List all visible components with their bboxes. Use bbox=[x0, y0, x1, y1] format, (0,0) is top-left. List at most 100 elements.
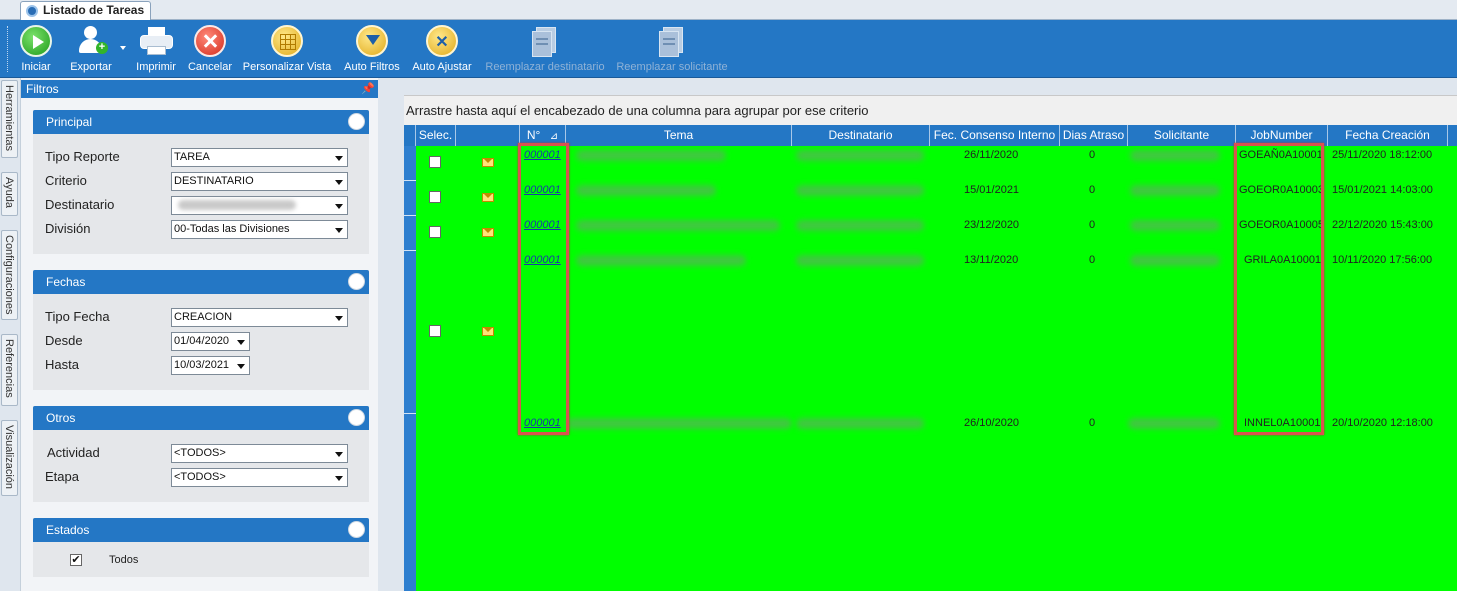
row-fec-consenso: 26/10/2020 bbox=[964, 417, 1020, 429]
redacted-destinatario bbox=[796, 150, 924, 161]
row-select-checkbox[interactable] bbox=[429, 226, 441, 238]
row-select-checkbox[interactable] bbox=[429, 325, 441, 337]
group-by-drop-area[interactable]: Arrastre hasta aquí el encabezado de una… bbox=[404, 95, 1457, 125]
estados-group: Estados ✔ Todos bbox=[33, 518, 369, 577]
envelope-icon bbox=[482, 158, 494, 167]
envelope-icon bbox=[482, 327, 494, 336]
highlight-numero-column bbox=[518, 143, 569, 435]
reemplazar-destinatario-button[interactable]: Reemplazar destinatario bbox=[482, 23, 608, 75]
otros-group: Otros Actividad <TODOS> Etapa <TODOS> bbox=[33, 406, 369, 502]
estados-group-header[interactable]: Estados bbox=[33, 518, 369, 542]
redacted-destinatario bbox=[796, 220, 924, 231]
tab-listado-de-tareas[interactable]: Listado de Tareas bbox=[20, 1, 152, 20]
redacted-tema bbox=[566, 418, 792, 429]
division-label: División bbox=[45, 221, 91, 236]
printer-icon bbox=[140, 25, 173, 57]
row-dias-atraso: 0 bbox=[1089, 254, 1096, 266]
side-tab-herramientas[interactable]: Herramientas bbox=[1, 80, 18, 158]
header-icon[interactable] bbox=[456, 125, 520, 146]
redacted-destinatario bbox=[796, 185, 924, 196]
envelope-icon bbox=[482, 193, 494, 202]
exportar-button[interactable]: + Exportar bbox=[64, 23, 118, 75]
redacted-tema bbox=[576, 150, 726, 161]
collapse-icon[interactable] bbox=[348, 521, 365, 538]
side-tab-strip: Herramientas Ayuda Configuraciones Refer… bbox=[0, 78, 20, 591]
header-dias-atraso[interactable]: Dias Atraso bbox=[1060, 125, 1128, 146]
redacted-tema bbox=[576, 255, 746, 266]
side-tab-configuraciones[interactable]: Configuraciones bbox=[1, 230, 18, 320]
add-user-icon: + bbox=[75, 25, 108, 57]
fechas-group-header[interactable]: Fechas bbox=[33, 270, 369, 294]
iniciar-button[interactable]: Iniciar bbox=[14, 23, 58, 75]
redacted-tema bbox=[576, 220, 780, 231]
otros-group-header[interactable]: Otros bbox=[33, 406, 369, 430]
tipo-reporte-label: Tipo Reporte bbox=[45, 149, 120, 164]
cancelar-button[interactable]: Cancelar bbox=[186, 23, 234, 75]
destinatario-select[interactable] bbox=[171, 196, 348, 215]
row-dias-atraso: 0 bbox=[1089, 417, 1096, 429]
chevron-down-icon bbox=[332, 446, 346, 461]
row-indicator-column bbox=[404, 146, 416, 591]
personalizar-vista-button[interactable]: Personalizar Vista bbox=[240, 23, 334, 75]
principal-group-header[interactable]: Principal bbox=[33, 110, 369, 134]
app-icon bbox=[26, 5, 38, 17]
chevron-down-icon bbox=[332, 150, 346, 165]
filters-header: Filtros 📌 bbox=[21, 80, 379, 98]
row-fec-consenso: 15/01/2021 bbox=[964, 184, 1020, 196]
side-tab-visualizacion[interactable]: Visualización bbox=[1, 420, 18, 496]
header-selec[interactable]: Selec. bbox=[416, 125, 456, 146]
header-destinatario[interactable]: Destinatario bbox=[792, 125, 930, 146]
main-toolbar: Iniciar + Exportar Imprimir Cancelar Per… bbox=[0, 20, 1457, 78]
row-indicator[interactable] bbox=[404, 216, 416, 251]
etapa-select[interactable]: <TODOS> bbox=[171, 468, 348, 487]
header-fec-consenso[interactable]: Fec. Consenso Interno bbox=[930, 125, 1060, 146]
collapse-icon[interactable] bbox=[348, 113, 365, 130]
row-fec-consenso: 13/11/2020 bbox=[964, 254, 1019, 266]
header-fecha-creacion[interactable]: Fecha Creación bbox=[1328, 125, 1448, 146]
pin-icon[interactable]: 📌 bbox=[361, 80, 375, 98]
side-tab-ayuda[interactable]: Ayuda bbox=[1, 172, 18, 216]
auto-ajustar-button[interactable]: Auto Ajustar bbox=[408, 23, 476, 75]
actividad-select[interactable]: <TODOS> bbox=[171, 444, 348, 463]
task-grid: Selec. N° ⊿ Tema Destinatario Fec. Conse… bbox=[404, 125, 1457, 591]
destinatario-label: Destinatario bbox=[45, 197, 115, 212]
division-select[interactable]: 00-Todas las Divisiones bbox=[171, 220, 348, 239]
header-solicitante[interactable]: Solicitante bbox=[1128, 125, 1236, 146]
tipo-reporte-select[interactable]: TAREA bbox=[171, 148, 348, 167]
redacted-solicitante bbox=[1130, 220, 1220, 231]
hasta-date-picker[interactable]: 10/03/2021 bbox=[171, 356, 250, 375]
row-indicator[interactable] bbox=[404, 181, 416, 216]
tipo-fecha-select[interactable]: CREACION bbox=[171, 308, 348, 327]
desde-date-picker[interactable]: 01/04/2020 bbox=[171, 332, 250, 351]
toolbar-grip[interactable] bbox=[7, 26, 10, 72]
principal-group: Principal Tipo Reporte TAREA Criterio DE… bbox=[33, 110, 369, 254]
etapa-label: Etapa bbox=[45, 469, 79, 484]
play-icon bbox=[20, 25, 52, 57]
row-indicator[interactable] bbox=[404, 251, 416, 414]
row-dias-atraso: 0 bbox=[1089, 219, 1096, 231]
imprimir-button[interactable]: Imprimir bbox=[132, 23, 180, 75]
auto-filtros-button[interactable]: Auto Filtros bbox=[340, 23, 404, 75]
criterio-select[interactable]: DESTINATARIO bbox=[171, 172, 348, 191]
chevron-down-icon bbox=[234, 334, 248, 349]
header-row-indicator bbox=[404, 125, 416, 146]
row-fec-consenso: 23/12/2020 bbox=[964, 219, 1020, 231]
header-tema[interactable]: Tema bbox=[566, 125, 792, 146]
collapse-icon[interactable] bbox=[348, 273, 365, 290]
redacted-tema bbox=[576, 185, 716, 196]
row-select-checkbox[interactable] bbox=[429, 191, 441, 203]
todos-checkbox[interactable]: ✔ bbox=[70, 554, 82, 566]
cancel-icon bbox=[194, 25, 226, 57]
sort-ascending-icon: ⊿ bbox=[549, 131, 559, 142]
row-select-checkbox[interactable] bbox=[429, 156, 441, 168]
actividad-label: Actividad bbox=[47, 445, 100, 460]
reemplazar-solicitante-button[interactable]: Reemplazar solicitante bbox=[614, 23, 730, 75]
exportar-dropdown-arrow[interactable] bbox=[120, 46, 126, 50]
criterio-label: Criterio bbox=[45, 173, 87, 188]
collapse-icon[interactable] bbox=[348, 409, 365, 426]
side-tab-referencias[interactable]: Referencias bbox=[1, 334, 18, 406]
chevron-down-icon bbox=[332, 470, 346, 485]
tab-label: Listado de Tareas bbox=[43, 3, 145, 17]
row-indicator[interactable] bbox=[404, 146, 416, 181]
chevron-down-icon bbox=[332, 222, 346, 237]
